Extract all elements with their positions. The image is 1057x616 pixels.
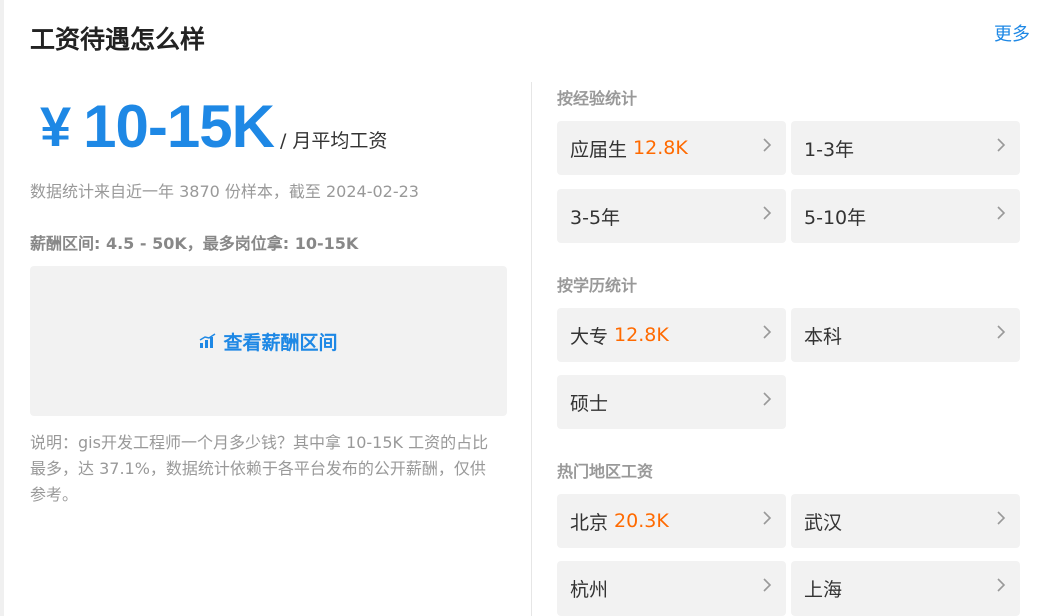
sample-note: 数据统计来自近一年 3870 份样本，截至 2024-02-23 — [30, 182, 419, 201]
card-label: 上海 — [804, 579, 843, 601]
chevron-right-icon — [763, 138, 772, 152]
education-item-bachelor[interactable]: 本科 — [791, 308, 1020, 362]
card-label: 北京 — [570, 511, 609, 534]
card-label: 1-3年 — [804, 138, 855, 161]
region-item-beijing[interactable]: 北京 20.3K — [557, 494, 786, 548]
view-salary-range-label: 查看薪酬区间 — [223, 331, 338, 354]
chevron-right-icon — [997, 138, 1006, 152]
card-label: 杭州 — [570, 579, 609, 601]
region-item-wuhan[interactable]: 武汉 — [791, 494, 1020, 548]
chevron-right-icon — [763, 511, 772, 525]
bar-chart-icon — [200, 333, 216, 348]
chevron-right-icon — [997, 511, 1006, 525]
card-value: 20.3K — [614, 510, 669, 532]
card-label: 武汉 — [804, 511, 843, 534]
experience-item-3-5-years[interactable]: 3-5年 — [557, 189, 786, 243]
card-label: 3-5年 — [570, 206, 621, 229]
currency-symbol: ¥ — [40, 95, 72, 158]
page-left-edge — [0, 0, 4, 616]
chevron-right-icon — [763, 392, 772, 406]
experience-item-fresh-graduate[interactable]: 应届生 12.8K — [557, 121, 786, 175]
chevron-right-icon — [997, 325, 1006, 339]
card-label: 本科 — [804, 325, 843, 348]
view-salary-range-link[interactable]: 查看薪酬区间 — [199, 328, 338, 355]
card-label: 大专 — [570, 325, 609, 348]
more-link[interactable]: 更多 — [994, 20, 1030, 46]
experience-item-5-10-years[interactable]: 5-10年 — [791, 189, 1020, 243]
salary-range: 10-15K — [83, 93, 275, 160]
chevron-right-icon — [763, 325, 772, 339]
card-label: 5-10年 — [804, 206, 867, 229]
chevron-right-icon — [763, 206, 772, 220]
salary-unit: / 月平均工资 — [279, 130, 388, 152]
page-title: 工资待遇怎么样 — [30, 25, 206, 54]
education-section-title: 按学历统计 — [557, 276, 638, 295]
average-salary: ¥ 10-15K / 月平均工资 — [40, 92, 387, 162]
card-label: 硕士 — [570, 392, 609, 415]
region-section-title: 热门地区工资 — [557, 462, 654, 481]
salary-range-panel[interactable]: 查看薪酬区间 — [30, 266, 507, 416]
experience-item-1-3-years[interactable]: 1-3年 — [791, 121, 1020, 175]
chevron-right-icon — [997, 206, 1006, 220]
description-text: 说明：gis开发工程师一个月多少钱？其中拿 10-15K 工资的占比最多，达 3… — [30, 433, 489, 504]
card-label: 应届生 — [570, 138, 628, 161]
card-value: 12.8K — [633, 137, 688, 159]
education-item-junior-college[interactable]: 大专 12.8K — [557, 308, 786, 362]
salary-range-info: 薪酬区间: 4.5 - 50K，最多岗位拿: 10-15K — [30, 234, 359, 253]
region-item-hangzhou[interactable]: 杭州 — [557, 561, 786, 616]
region-item-shanghai[interactable]: 上海 — [791, 561, 1020, 616]
column-divider — [531, 82, 532, 616]
experience-section-title: 按经验统计 — [557, 89, 638, 108]
chevron-right-icon — [997, 578, 1006, 592]
chevron-right-icon — [763, 578, 772, 592]
card-value: 12.8K — [614, 324, 669, 346]
education-item-master[interactable]: 硕士 — [557, 375, 786, 429]
